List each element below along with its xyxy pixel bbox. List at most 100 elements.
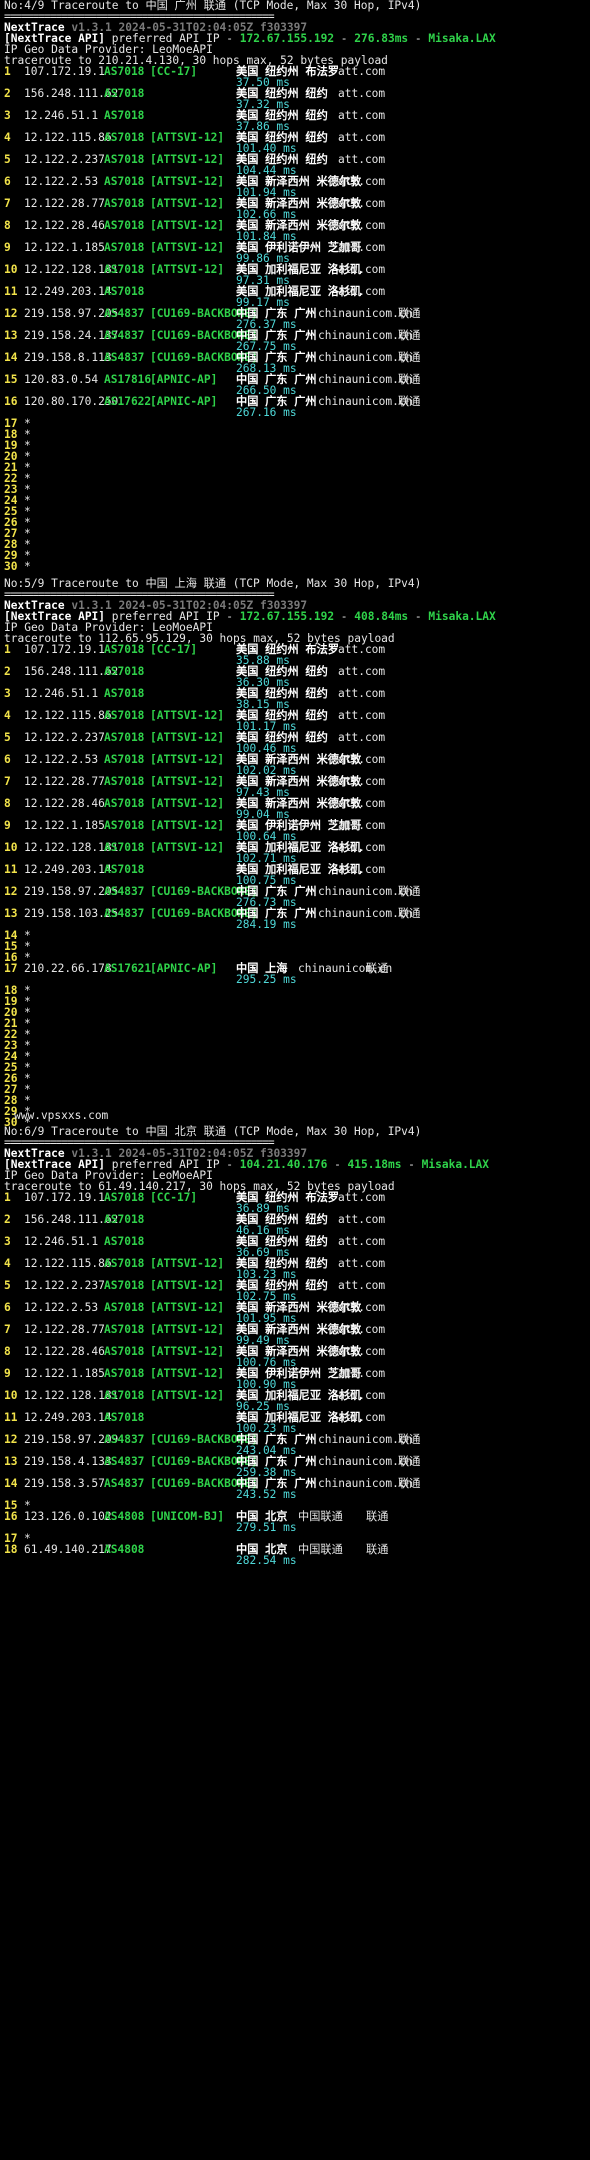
hop-asn: AS7018 (104, 219, 145, 232)
hop-asn: AS4837 (104, 1477, 145, 1490)
hop-number: 8 (4, 1345, 11, 1358)
hop-ip: 12.122.1.185 (24, 241, 105, 254)
hop-ip: 12.122.28.77 (24, 775, 105, 788)
hop-asn: AS7018 (104, 65, 145, 78)
hop-isp: 联通 (398, 307, 421, 320)
hop-number: 10 (4, 841, 18, 854)
hop-ip: 12.122.2.237 (24, 1279, 105, 1292)
hop-row: 7 12.122.28.77 AS7018 [ATTSVI-12] 美国 新泽西州 米德… (0, 776, 590, 787)
hop-domain: att.com (338, 731, 386, 744)
hop-domain: att.com (338, 1323, 386, 1336)
hop-asn: AS17816 (104, 373, 152, 386)
hop-row-timeout: 15 * (0, 941, 590, 952)
hop-tag: [CC-17] (150, 65, 198, 78)
hop-asn: AS7018 (104, 709, 145, 722)
hop-asn: AS7018 (104, 285, 145, 298)
hop-asn: AS7018 (104, 731, 145, 744)
hop-row-timeout: 22 * (0, 1029, 590, 1040)
api-dash: - (327, 1158, 348, 1171)
hop-ip: 12.246.51.1 (24, 687, 99, 700)
hop-number: 3 (4, 1235, 11, 1248)
hop-tag: [ATTSVI-12] (150, 1389, 225, 1402)
hop-row-timeout: 28 * (0, 1095, 590, 1106)
hop-row-timeout: 26 * (0, 1073, 590, 1084)
hop-domain: att.com (338, 753, 386, 766)
hop-asn: AS4837 (104, 907, 145, 920)
hop-asn: AS7018 (104, 1257, 145, 1270)
hop-asn: AS7018 (104, 263, 145, 276)
hop-asn: AS4837 (104, 351, 145, 364)
hop-row: 11 12.249.203.14 AS7018 美国 加利福尼亚 洛杉矶 att.com (0, 286, 590, 297)
hop-isp: 联通 (398, 1455, 421, 1468)
hop-domain: att.com (338, 797, 386, 810)
hop-asn: AS7018 (104, 1389, 145, 1402)
hop-number: 9 (4, 241, 11, 254)
hop-asn: AS17621 (104, 962, 152, 975)
hop-number: 11 (4, 1411, 18, 1424)
hop-number: 9 (4, 1367, 11, 1380)
hop-domain: att.com (338, 687, 386, 700)
hop-row-timeout: 18 * (0, 429, 590, 440)
hop-ip: 12.122.2.53 (24, 1301, 99, 1314)
hop-number: 12 (4, 885, 18, 898)
hop-number: 5 (4, 153, 11, 166)
hop-number: 14 (4, 1477, 18, 1490)
hop-tag: [ATTSVI-12] (150, 153, 225, 166)
hop-tag: [ATTSVI-12] (150, 797, 225, 810)
hop-row: 10 12.122.128.181 AS7018 [ATTSVI-12] 美国 加利福尼… (0, 1390, 590, 1401)
hop-number: 8 (4, 797, 11, 810)
hop-row-timeout: 24 * (0, 495, 590, 506)
hop-row: 3 12.246.51.1 AS7018 美国 纽约州 纽约 att.com (0, 110, 590, 121)
hop-number: 8 (4, 219, 11, 232)
hop-number: 1 (4, 1191, 11, 1204)
hop-isp: 联通 (398, 351, 421, 364)
hop-domain: 中国联通 (298, 1543, 343, 1556)
hop-ip: 12.122.28.77 (24, 197, 105, 210)
hop-row: 1 107.172.19.1 AS7018 [CC-17] 美国 纽约州 布法罗 att.… (0, 1192, 590, 1203)
hop-ip: 123.126.0.102 (24, 1510, 112, 1523)
hop-domain: att.com (338, 153, 386, 166)
hop-number: 5 (4, 1279, 11, 1292)
hop-row: 1 107.172.19.1 AS7018 [CC-17] 美国 纽约州 布法罗 att.… (0, 644, 590, 655)
hop-row-timeout: 27 * (0, 1084, 590, 1095)
hop-row-timeout: 21 * (0, 1018, 590, 1029)
hop-asn: AS4837 (104, 1433, 145, 1446)
hop-rtt: 282.54 ms (236, 1554, 297, 1567)
hop-isp: 联通 (398, 907, 421, 920)
hop-row-timeout: 19 * (0, 996, 590, 1007)
hop-ip: 107.172.19.1 (24, 643, 105, 656)
hop-asn: AS7018 (104, 863, 145, 876)
hop-number: 4 (4, 131, 11, 144)
hop-ip: 210.22.66.178 (24, 962, 112, 975)
hop-asn: AS7018 (104, 819, 145, 832)
hop-domain: 中国联通 (298, 1510, 343, 1523)
hop-domain: att.com (338, 1389, 386, 1402)
hop-domain: att.com (338, 1367, 386, 1380)
hop-row-timeout: 28 * (0, 539, 590, 550)
hop-row: 3 12.246.51.1 AS7018 美国 纽约州 纽约 att.com (0, 1236, 590, 1247)
hop-row-timeout: 18 * (0, 985, 590, 996)
hop-row-timeout: 24 * (0, 1051, 590, 1062)
hop-asn: AS7018 (104, 175, 145, 188)
api-node: Misaka.LAX (428, 32, 496, 45)
hop-tag: [ATTSVI-12] (150, 219, 225, 232)
hop-tag: [ATTSVI-12] (150, 241, 225, 254)
hop-asn: AS7018 (104, 131, 145, 144)
hop-isp: 联通 (398, 885, 421, 898)
hop-domain: att.com (338, 175, 386, 188)
hop-ip: 219.158.3.57 (24, 1477, 105, 1490)
hop-number: 18 (4, 1543, 18, 1556)
hop-row-timeout: 23 * (0, 484, 590, 495)
hop-asn: AS7018 (104, 1367, 145, 1380)
hop-asn: AS7018 (104, 153, 145, 166)
hop-row-timeout: 14 * (0, 930, 590, 941)
hop-tag: [ATTSVI-12] (150, 263, 225, 276)
hop-asn: AS4837 (104, 307, 145, 320)
timeout-star: * (24, 560, 31, 573)
hop-asn: AS7018 (104, 1279, 145, 1292)
hop-rtt-row: 282.54 ms (0, 1555, 590, 1566)
hop-number: 11 (4, 863, 18, 876)
hop-asn: AS7018 (104, 643, 145, 656)
api-dash: - (408, 32, 429, 45)
hop-ip: 12.122.28.46 (24, 797, 105, 810)
